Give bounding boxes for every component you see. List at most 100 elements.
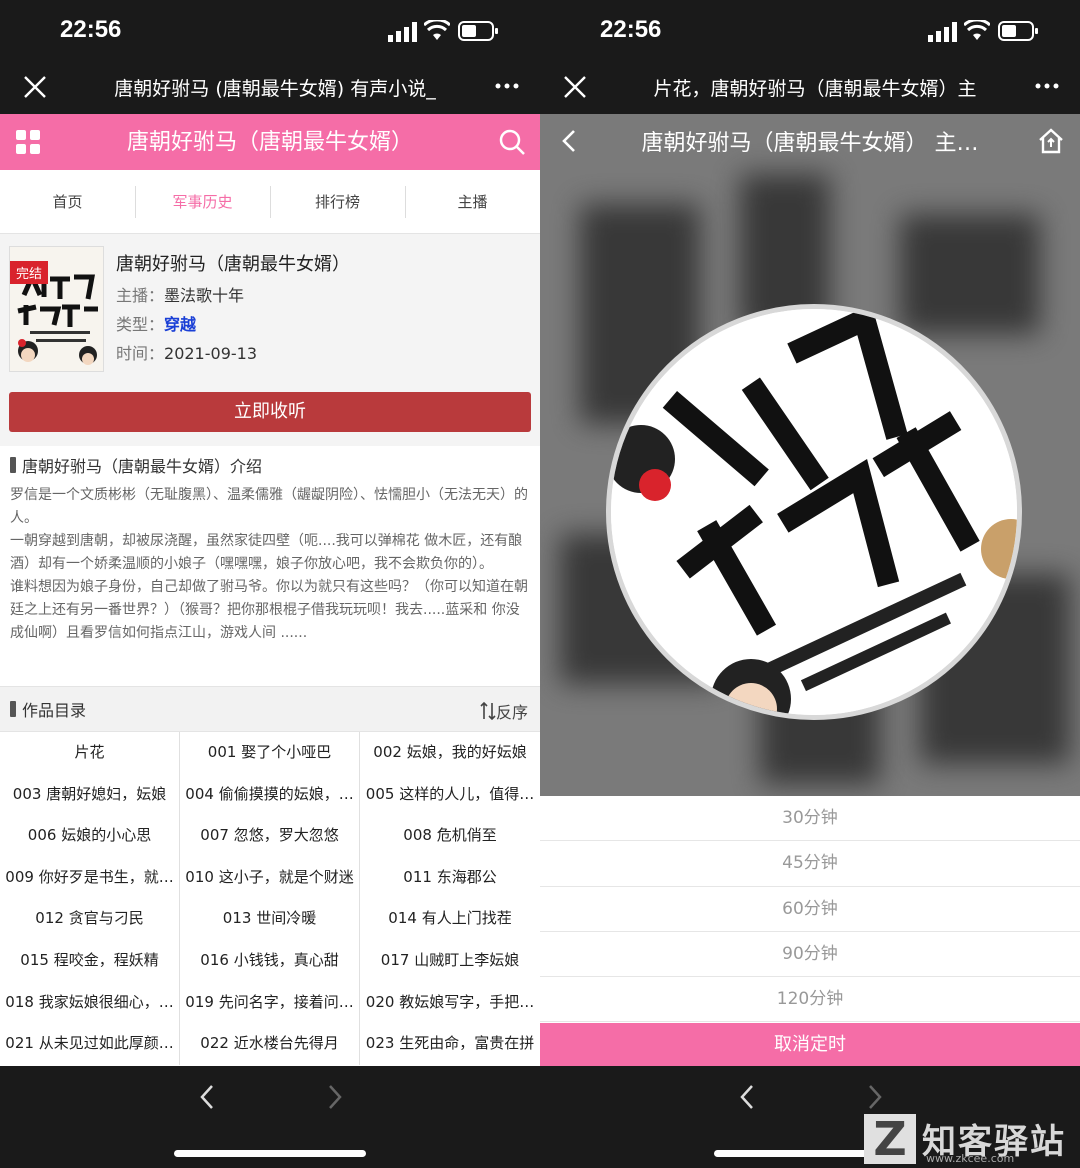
cancel-timer-button[interactable]: 取消定时 bbox=[540, 1023, 1080, 1066]
section-marker bbox=[10, 701, 16, 717]
anchor-row: 主播：墨法歌十年 bbox=[116, 282, 244, 306]
type-row: 类型：穿越 bbox=[116, 311, 196, 335]
site-header: 唐朝好驸马（唐朝最牛女婿） bbox=[0, 114, 540, 170]
page-title: 唐朝好驸马（唐朝最牛女婿） bbox=[126, 130, 413, 155]
search-icon[interactable] bbox=[498, 128, 526, 156]
chapter-item[interactable]: 010 这小子，就是个财迷 bbox=[180, 856, 360, 899]
wifi-icon bbox=[964, 20, 990, 40]
back-arrow-icon[interactable] bbox=[736, 1082, 758, 1112]
book-title: 唐朝好驸马（唐朝最牛女婿） bbox=[116, 254, 350, 275]
more-icon[interactable] bbox=[1034, 76, 1060, 96]
anchor-name: 墨法歌十年 bbox=[164, 286, 245, 305]
forward-arrow-icon[interactable] bbox=[324, 1082, 346, 1112]
battery-icon bbox=[998, 21, 1038, 41]
phone-screen-book-detail: 22:56 唐朝好驸马 (唐朝最牛女婿) 有声小说_ 唐朝好驸马（唐朝最牛女婿）… bbox=[0, 0, 540, 1168]
chapter-item[interactable]: 014 有人上门找茬 bbox=[360, 898, 540, 940]
page-content: 唐朝好驸马（唐朝最牛女婿） 首页 军事历史 排行榜 主播 完结 唐朝好驸马（唐朝… bbox=[0, 114, 540, 1066]
reverse-order-label: 反序 bbox=[495, 703, 528, 722]
reverse-order-button[interactable]: 反序 bbox=[480, 699, 528, 723]
timer-option-30[interactable]: 30分钟 bbox=[540, 796, 1080, 842]
publish-time: 2021-09-13 bbox=[164, 344, 257, 363]
player-header: 唐朝好驸马（唐朝最牛女婿） 主… bbox=[540, 114, 1080, 166]
album-cover-art bbox=[611, 309, 1017, 715]
time-row: 时间：2021-09-13 bbox=[116, 340, 257, 364]
wechat-page-title: 唐朝好驸马 (唐朝最牛女婿) 有声小说_ bbox=[114, 78, 436, 100]
intro-heading: 唐朝好驸马（唐朝最牛女婿）介绍 bbox=[0, 446, 540, 484]
intro-paragraph: 罗信是一个文质彬彬（无耻腹黑）、温柔儒雅（龌龊阴险）、怯懦胆小（无法无天）的人。 bbox=[10, 487, 528, 526]
watermark-logo: Z bbox=[864, 1114, 916, 1164]
sleep-timer-sheet: 30分钟 45分钟 60分钟 90分钟 120分钟 取消定时 bbox=[540, 796, 1080, 1066]
listen-now-button[interactable]: 立即收听 bbox=[9, 392, 531, 432]
chapter-item[interactable]: 004 偷偷摸摸的妘娘，… bbox=[180, 773, 360, 816]
chapter-item[interactable]: 021 从未见过如此厚颜… bbox=[0, 1023, 180, 1065]
wechat-title-bar: 片花，唐朝好驸马（唐朝最牛女婿）主 bbox=[540, 62, 1080, 114]
watermark: Z 知客驿站 www.zkcee.com bbox=[864, 1114, 1074, 1165]
player-title: 唐朝好驸马（唐朝最牛女婿） 主… bbox=[641, 131, 979, 156]
chapter-item[interactable]: 012 贪官与刁民 bbox=[0, 898, 180, 940]
chapter-item[interactable]: 008 危机俏至 bbox=[360, 815, 540, 857]
chapter-item[interactable]: 022 近水楼台先得月 bbox=[180, 1023, 360, 1065]
album-cover-disc[interactable] bbox=[606, 304, 1022, 720]
chapter-item[interactable]: 011 东海郡公 bbox=[360, 857, 540, 899]
timer-option-90[interactable]: 90分钟 bbox=[540, 932, 1080, 978]
cellular-signal-icon bbox=[928, 22, 957, 42]
nav-anchors[interactable]: 主播 bbox=[405, 170, 540, 233]
timer-option-45[interactable]: 45分钟 bbox=[540, 841, 1080, 887]
player-content: 唐朝好驸马（唐朝最牛女婿） 主… 30分钟 45分钟 60分钟 90分钟 120… bbox=[540, 114, 1080, 1066]
category-nav: 首页 军事历史 排行榜 主播 bbox=[0, 170, 540, 234]
book-cover[interactable]: 完结 bbox=[9, 246, 104, 372]
anchor-label: 主播： bbox=[116, 286, 165, 305]
chapter-item[interactable]: 013 世间冷暖 bbox=[180, 898, 360, 940]
chapter-item[interactable]: 017 山贼盯上李妘娘 bbox=[360, 940, 540, 982]
wifi-icon bbox=[424, 20, 450, 40]
nav-military-history[interactable]: 军事历史 bbox=[135, 170, 270, 233]
time-label: 时间： bbox=[116, 344, 165, 363]
menu-grid-icon[interactable] bbox=[16, 130, 40, 154]
chapter-item[interactable]: 009 你好歹是书生，就… bbox=[0, 856, 180, 899]
toc-header: 作品目录 反序 bbox=[0, 686, 540, 732]
wechat-page-title: 片花，唐朝好驸马（唐朝最牛女婿）主 bbox=[653, 78, 977, 100]
back-arrow-icon[interactable] bbox=[196, 1082, 218, 1112]
chapter-item[interactable]: 015 程咬金，程妖精 bbox=[0, 939, 180, 982]
intro-section: 唐朝好驸马（唐朝最牛女婿）介绍 罗信是一个文质彬彬（无耻腹黑）、温柔儒雅（龌龊阴… bbox=[0, 446, 540, 686]
phone-screen-player: 22:56 片花，唐朝好驸马（唐朝最牛女婿）主 唐朝好驸马（唐朝最牛女婿） 主… bbox=[540, 0, 1080, 1168]
status-time: 22:56 bbox=[600, 16, 662, 43]
home-icon[interactable] bbox=[1036, 126, 1066, 156]
chapter-item[interactable]: 片花 bbox=[0, 732, 180, 774]
section-marker bbox=[10, 457, 16, 473]
nav-rankings[interactable]: 排行榜 bbox=[270, 170, 405, 233]
timer-option-60[interactable]: 60分钟 bbox=[540, 887, 1080, 932]
more-icon[interactable] bbox=[494, 76, 520, 96]
chapter-item[interactable]: 023 生死由命，富贵在拼 bbox=[360, 1023, 540, 1065]
back-icon[interactable] bbox=[560, 128, 578, 154]
chapter-item[interactable]: 002 妘娘，我的好妘娘 bbox=[360, 732, 540, 774]
watermark-url: www.zkcee.com bbox=[926, 1152, 1015, 1165]
intro-heading-text: 唐朝好驸马（唐朝最牛女婿）介绍 bbox=[22, 457, 263, 476]
timer-option-120[interactable]: 120分钟 bbox=[540, 977, 1080, 1023]
chapter-item[interactable]: 001 娶了个小哑巴 bbox=[180, 732, 360, 774]
toc-heading: 作品目录 bbox=[0, 687, 540, 731]
chapter-item[interactable]: 007 忽悠，罗大忽悠 bbox=[180, 815, 360, 857]
chapter-item[interactable]: 003 唐朝好媳妇，妘娘 bbox=[0, 773, 180, 816]
sort-icon bbox=[480, 701, 496, 721]
status-bar: 22:56 bbox=[540, 0, 1080, 62]
chapter-item[interactable]: 006 妘娘的小心思 bbox=[0, 815, 180, 857]
type-link[interactable]: 穿越 bbox=[164, 315, 196, 334]
browser-bottom-bar bbox=[0, 1066, 540, 1168]
home-indicator[interactable] bbox=[174, 1150, 366, 1157]
chapter-item[interactable]: 005 这样的人儿，值得… bbox=[360, 774, 540, 816]
type-label: 类型： bbox=[116, 315, 165, 334]
chapter-item[interactable]: 016 小钱钱，真心甜 bbox=[180, 939, 360, 982]
wechat-title-bar: 唐朝好驸马 (唐朝最牛女婿) 有声小说_ bbox=[0, 62, 540, 114]
chapter-item[interactable]: 019 先问名字，接着问… bbox=[180, 981, 360, 1024]
close-icon[interactable] bbox=[562, 74, 588, 100]
status-bar: 22:56 bbox=[0, 0, 540, 62]
forward-arrow-icon[interactable] bbox=[864, 1082, 886, 1112]
status-time: 22:56 bbox=[60, 16, 122, 43]
chapter-item[interactable]: 020 教妘娘写字，手把… bbox=[360, 982, 540, 1024]
nav-home[interactable]: 首页 bbox=[0, 170, 135, 233]
intro-paragraph: 谁料想因为娘子身份，自己却做了驸马爷。你以为就只有这些吗？（你可以知道在朝廷之上… bbox=[10, 579, 528, 641]
chapter-item[interactable]: 018 我家妘娘很细心，… bbox=[0, 981, 180, 1024]
toc-heading-text: 作品目录 bbox=[22, 701, 87, 720]
close-icon[interactable] bbox=[22, 74, 48, 100]
